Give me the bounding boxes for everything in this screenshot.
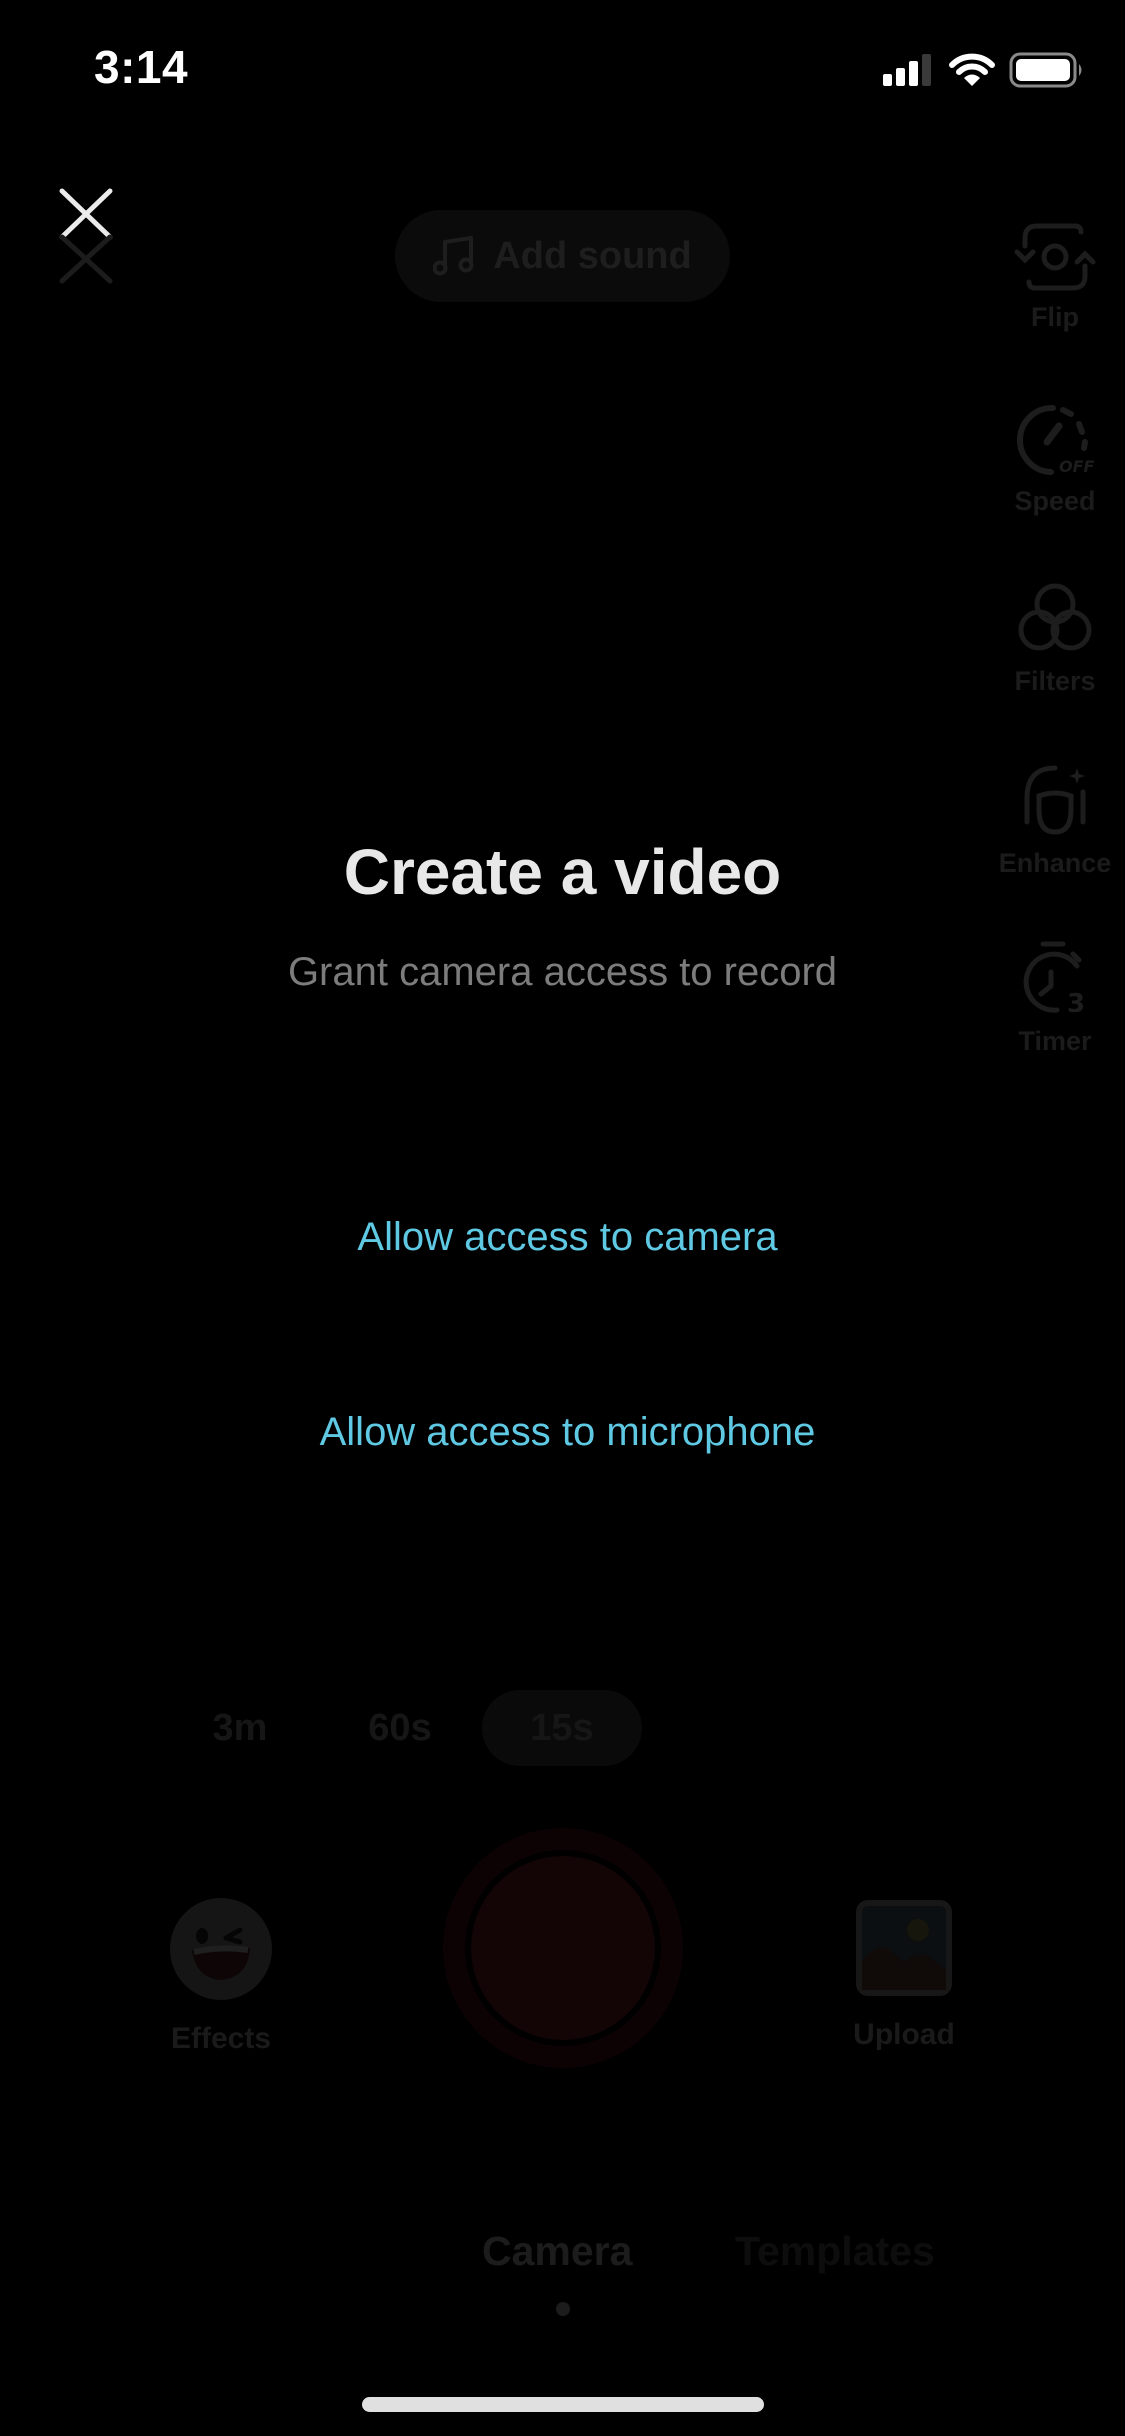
tab-camera[interactable]: Camera (482, 2228, 632, 2275)
record-button-gap (465, 1850, 661, 2046)
music-note-icon (433, 236, 474, 276)
filters-button[interactable]: Filters (985, 582, 1125, 697)
status-icons (883, 50, 1085, 90)
record-button[interactable] (443, 1828, 683, 2068)
effects-icon (170, 1898, 272, 2000)
allow-camera-link[interactable]: Allow access to camera (0, 1215, 1125, 1260)
flip-button[interactable]: Flip (985, 222, 1125, 333)
speed-label: Speed (1014, 486, 1096, 516)
timer-label: Timer (1018, 1026, 1092, 1056)
page-subtitle: Grant camera access to record (287, 950, 838, 994)
upload-button[interactable]: Upload (836, 1900, 972, 2052)
speed-off-icon: OFF (1017, 404, 1095, 476)
allow-microphone-link[interactable]: Allow access to microphone (0, 1410, 1125, 1455)
active-mode-indicator (556, 2302, 570, 2316)
effects-button[interactable]: Effects (150, 1898, 292, 2056)
enhance-icon (1024, 765, 1086, 835)
add-sound-button[interactable]: Add sound (395, 210, 730, 302)
tab-templates[interactable]: Templates (735, 2228, 935, 2275)
duration-60s[interactable]: 60s (345, 1690, 455, 1766)
close-icon (59, 188, 113, 284)
filters-icon (1018, 583, 1092, 651)
flip-camera-icon (1014, 223, 1096, 291)
effects-label: Effects (170, 2022, 272, 2055)
speed-button[interactable]: OFF Speed (985, 402, 1125, 517)
home-indicator[interactable] (362, 2397, 764, 2412)
upload-label: Upload (853, 2018, 955, 2051)
speed-badge: OFF (1059, 457, 1095, 476)
page-title: Create a video (343, 836, 782, 908)
duration-15s-selected[interactable]: 15s (482, 1690, 642, 1766)
battery-full-icon (1009, 52, 1082, 88)
upload-gallery-icon (856, 1900, 952, 1996)
record-button-core (471, 1856, 655, 2040)
add-sound-label: Add sound (493, 234, 692, 277)
duration-3m[interactable]: 3m (190, 1690, 290, 1766)
wifi-icon (949, 53, 995, 86)
filters-label: Filters (1014, 666, 1096, 696)
flip-label: Flip (1031, 302, 1079, 332)
status-time: 3:14 (94, 41, 189, 93)
close-button[interactable] (56, 185, 116, 287)
cellular-signal-icon (883, 54, 931, 86)
